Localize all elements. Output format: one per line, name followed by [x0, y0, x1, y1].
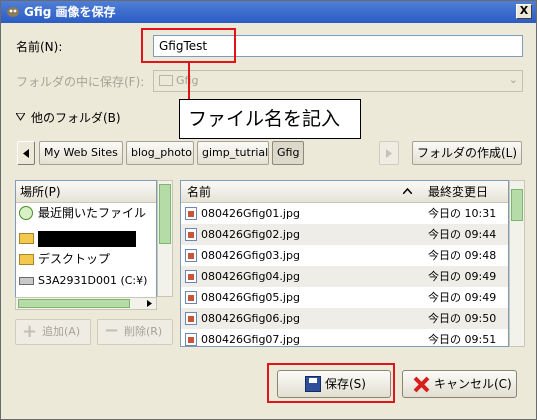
path-forward-button[interactable] [379, 141, 399, 165]
create-folder-button[interactable]: フォルダの作成(L) [412, 141, 522, 165]
window-title: Gfig 画像を保存 [24, 5, 116, 19]
drive-icon [19, 277, 34, 285]
file-row[interactable]: 080426Gfig06.jpg 今日の 09:50 [181, 308, 508, 329]
file-modified: 今日の 09:50 [428, 312, 497, 325]
file-name: 080426Gfig01.jpg [201, 207, 300, 220]
chevron-right-icon [147, 300, 152, 307]
add-place-button[interactable]: + 追加(A) [15, 319, 91, 345]
places-item-drive[interactable]: S3A2931D001 (C:¥) [16, 270, 156, 291]
chevron-right-icon [386, 149, 392, 158]
file-row[interactable]: 080426Gfig01.jpg 今日の 10:31 [181, 203, 508, 224]
places-item-desktop[interactable]: デスクトップ [16, 249, 156, 270]
chevron-down-icon: ⌄ [508, 73, 518, 86]
image-file-icon [185, 270, 197, 283]
recent-icon [19, 206, 33, 220]
file-modified: 今日の 09:49 [428, 270, 497, 283]
save-in-folder-select[interactable]: Gfig ⌄ [153, 70, 523, 92]
folder-icon [19, 233, 34, 244]
file-modified: 今日の 09:44 [428, 228, 497, 241]
places-item-recent[interactable]: 最近開いたファイル [16, 203, 156, 224]
breadcrumb-blog-photo[interactable]: blog_photo [126, 141, 194, 165]
image-file-icon [185, 291, 197, 304]
file-row[interactable]: 080426Gfig04.jpg 今日の 09:49 [181, 266, 508, 287]
file-name: 080426Gfig03.jpg [201, 249, 300, 262]
minus-icon: − [104, 320, 120, 341]
breadcrumb-gfig[interactable]: Gfig [272, 141, 304, 165]
column-header-name[interactable]: 名前 [181, 181, 424, 203]
places-horizontal-scrollbar[interactable] [15, 297, 157, 310]
file-modified: 今日の 10:31 [428, 207, 497, 220]
column-name-label: 名前 [187, 185, 212, 199]
name-label: 名前(N): [16, 40, 63, 54]
file-modified: 今日の 09:51 [428, 333, 497, 346]
chevron-left-icon [23, 149, 29, 158]
file-name: 080426Gfig05.jpg [201, 291, 300, 304]
close-button[interactable]: X [516, 4, 532, 19]
save-dialog-window: Gfig 画像を保存 X 名前(N): GfigTest フォルダの中に保存(F… [0, 0, 537, 420]
breadcrumb-my-web-sites[interactable]: My Web Sites [39, 141, 123, 165]
path-back-button[interactable] [17, 141, 35, 165]
breadcrumb-gimp-tutrial[interactable]: gimp_tutrial [197, 141, 269, 165]
column-header-modified[interactable]: 最終変更日 [423, 181, 508, 203]
places-panel: 場所(P) 最近開いたファイル デスクトップ S3A2931D001 (C:¥) [15, 180, 157, 299]
image-file-icon [185, 312, 197, 325]
folder-icon [159, 75, 173, 86]
file-modified: 今日の 09:49 [428, 291, 497, 304]
places-item-label: 最近開いたファイル [38, 206, 147, 220]
add-place-label: 追加(A) [42, 325, 81, 338]
file-modified: 今日の 09:48 [428, 249, 497, 262]
title-bar[interactable]: Gfig 画像を保存 X [1, 1, 536, 23]
image-file-icon [185, 333, 197, 346]
plus-icon: + [22, 321, 38, 342]
image-file-icon [185, 207, 197, 220]
redacted-label-block [38, 231, 136, 247]
save-in-folder-label: フォルダの中に保存(F): [16, 75, 145, 89]
folder-icon [19, 254, 34, 265]
file-row[interactable]: 080426Gfig07.jpg 今日の 09:51 [181, 329, 508, 346]
column-modified-label: 最終変更日 [428, 185, 489, 199]
places-header-label: 場所(P) [20, 185, 61, 199]
remove-place-label: 削除(R) [124, 325, 163, 338]
gimp-app-icon [7, 7, 19, 17]
cancel-label: キャンセル(C) [434, 377, 512, 391]
cancel-button[interactable]: キャンセル(C) [402, 370, 517, 398]
cancel-x-icon [413, 376, 430, 393]
sort-ascending-icon [403, 188, 412, 194]
image-file-icon [185, 249, 197, 262]
file-name: 080426Gfig06.jpg [201, 312, 300, 325]
places-item-label: デスクトップ [38, 252, 111, 266]
expander-triangle-icon [16, 113, 25, 121]
annotation-callout: ファイル名を記入 [179, 99, 361, 139]
places-header[interactable]: 場所(P) [16, 181, 156, 203]
filename-highlight-box [141, 28, 236, 63]
close-icon: X [519, 4, 529, 17]
files-panel: 名前 最終変更日 080426Gfig01.jpg 今日の 10:31 080426… [180, 180, 509, 347]
places-item-label: S3A2931D001 (C:¥) [38, 274, 148, 287]
remove-place-button[interactable]: − 削除(R) [97, 319, 173, 345]
files-vertical-scrollbar[interactable] [509, 180, 525, 347]
file-name: 080426Gfig07.jpg [201, 333, 300, 346]
scrollbar-thumb[interactable] [159, 184, 171, 244]
save-highlight-box [267, 363, 395, 403]
file-row[interactable]: 080426Gfig05.jpg 今日の 09:49 [181, 287, 508, 308]
file-row[interactable]: 080426Gfig03.jpg 今日の 09:48 [181, 245, 508, 266]
file-row[interactable]: 080426Gfig02.jpg 今日の 09:44 [181, 224, 508, 245]
file-name: 080426Gfig02.jpg [201, 228, 300, 241]
places-item-redacted[interactable] [16, 228, 156, 249]
image-file-icon [185, 228, 197, 241]
scrollbar-thumb[interactable] [511, 189, 523, 221]
scrollbar-thumb[interactable] [18, 299, 130, 308]
highlight-connector-line [188, 62, 190, 99]
file-name: 080426Gfig04.jpg [201, 270, 300, 283]
other-folders-label: 他のフォルダ(B) [31, 111, 121, 125]
annotation-text: ファイル名を記入 [188, 108, 341, 130]
places-vertical-scrollbar[interactable] [157, 180, 173, 297]
